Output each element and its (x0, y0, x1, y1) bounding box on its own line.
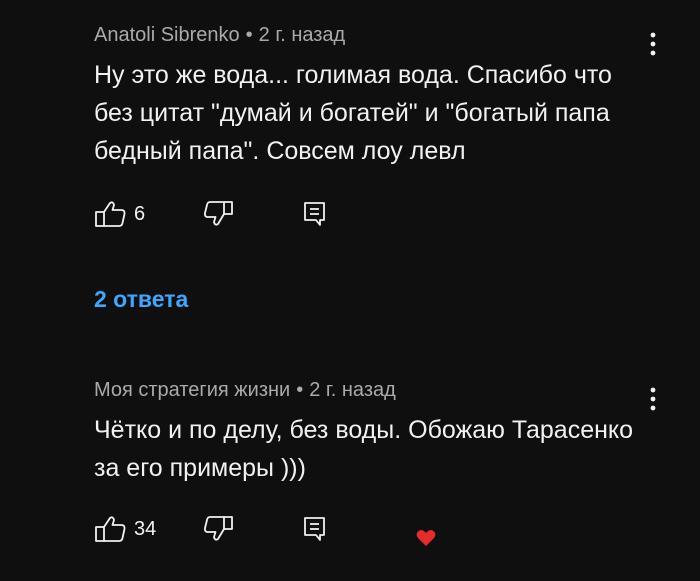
like-button[interactable]: 6 (94, 198, 145, 230)
creator-heart (416, 529, 436, 552)
thumbs-down-icon (204, 201, 233, 226)
comment-meta: Моя стратегия жизни • 2 г. назад (94, 377, 664, 403)
more-options-button[interactable] (641, 29, 665, 59)
more-vertical-icon (650, 32, 656, 56)
comment-author[interactable]: Anatoli Sibrenko (94, 24, 240, 46)
thumbs-up-icon (95, 516, 126, 542)
reply-icon (304, 202, 325, 226)
dislike-button[interactable] (204, 198, 234, 230)
like-button[interactable]: 34 (94, 513, 156, 545)
comment-time[interactable]: 2 г. назад (259, 24, 346, 46)
more-vertical-icon (650, 387, 656, 411)
comment-text: Чётко и по делу, без воды. Обожаю Тарасе… (94, 416, 634, 482)
comment: Anatoli Sibrenko • 2 г. назад Ну это же во… (94, 22, 664, 227)
reply-icon (304, 517, 325, 541)
comment-actions: 34 (94, 513, 436, 546)
reply-button[interactable] (302, 198, 328, 230)
comment-time[interactable]: 2 г. назад (309, 379, 396, 401)
meta-separator: • (245, 24, 253, 46)
meta-separator: • (296, 379, 304, 401)
view-replies-link[interactable]: 2 ответа (94, 284, 188, 314)
comment: Моя стратегия жизни • 2 г. назад Чётко и п… (94, 377, 664, 546)
comment-author[interactable]: Моя стратегия жизни (94, 379, 290, 401)
heart-icon (416, 530, 436, 546)
comment-meta: Anatoli Sibrenko • 2 г. назад (94, 22, 664, 48)
comment-actions: 6 (94, 198, 424, 230)
thumbs-up-icon (95, 201, 126, 227)
more-options-button[interactable] (641, 384, 665, 414)
comment-text: Ну это же вода... голимая вода. Спасибо … (94, 61, 612, 165)
reply-button[interactable] (302, 513, 328, 545)
like-count: 6 (134, 203, 146, 225)
thumbs-down-icon (204, 516, 233, 541)
like-count: 34 (134, 518, 157, 540)
dislike-button[interactable] (204, 513, 234, 545)
